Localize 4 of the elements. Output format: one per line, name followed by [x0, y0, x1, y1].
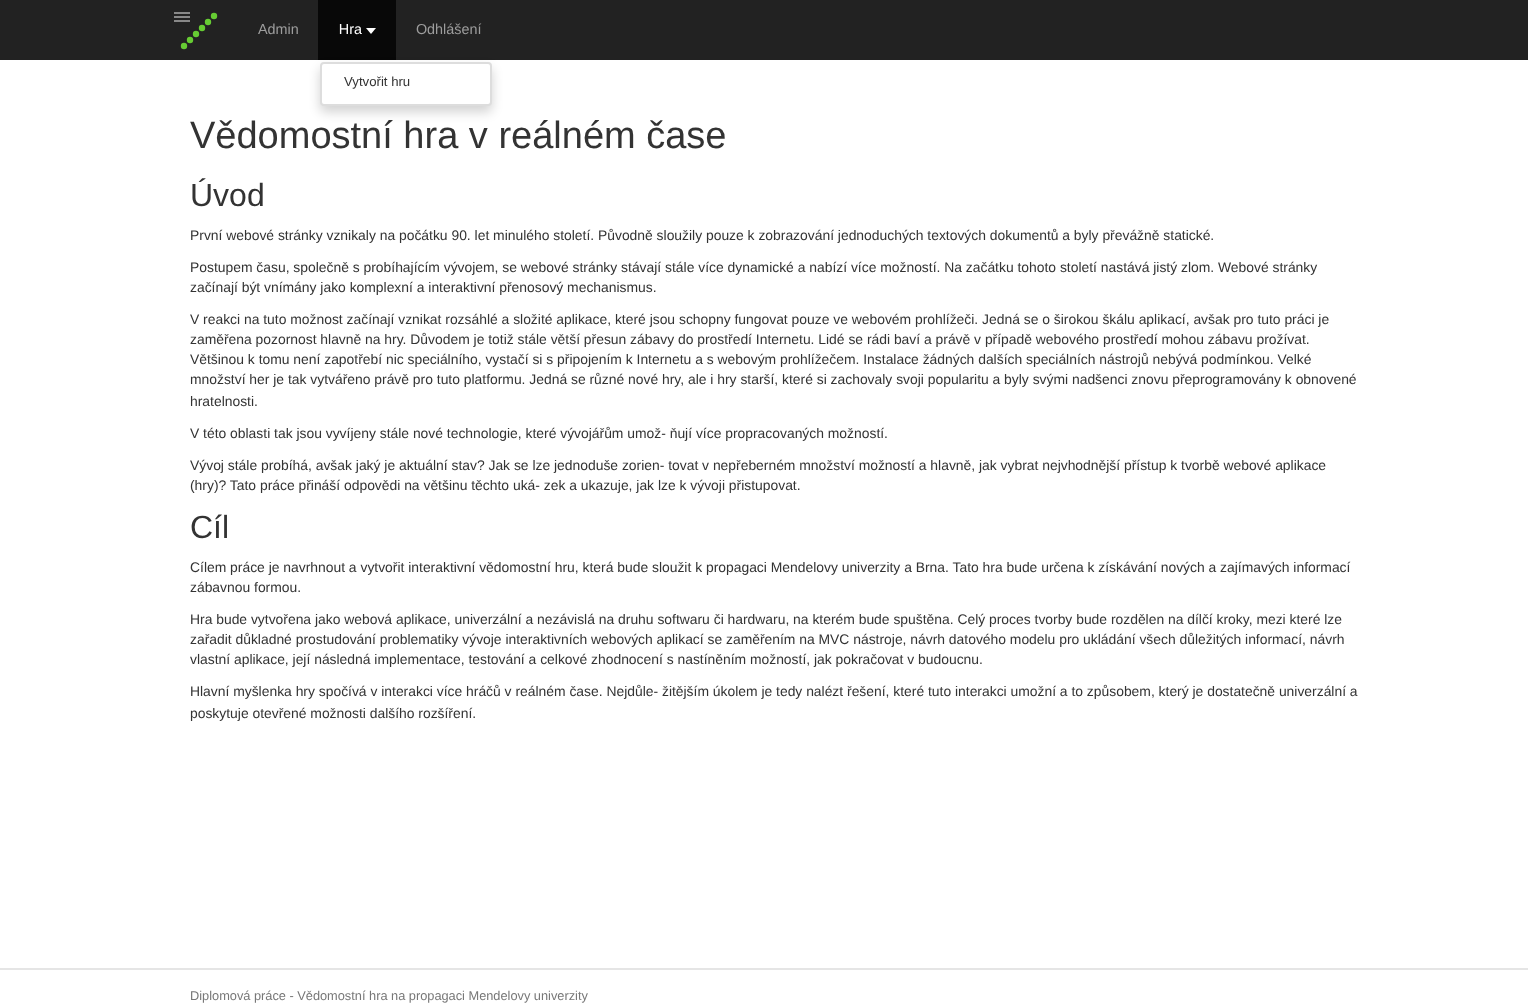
section-heading: Cíl	[190, 509, 232, 549]
page-title: Vědomostní hra v reálném čase	[190, 116, 729, 162]
section-heading: Úvod	[190, 177, 267, 216]
logo-icon[interactable]	[170, 8, 222, 52]
